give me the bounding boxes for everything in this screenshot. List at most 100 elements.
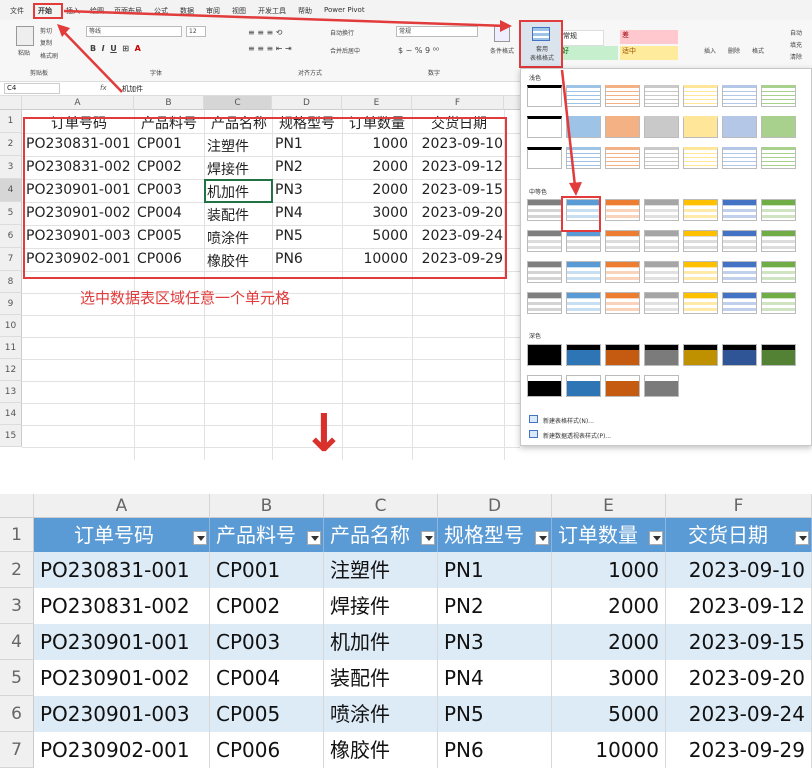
insert-cells-button[interactable]: 插入: [704, 46, 716, 55]
style-good[interactable]: 好: [560, 46, 618, 60]
row-header-15[interactable]: 15: [0, 425, 22, 447]
column-header-g[interactable]: [504, 96, 520, 110]
table-style-swatch[interactable]: [605, 292, 640, 314]
table-style-swatch[interactable]: [644, 375, 679, 397]
table-style-swatch[interactable]: [683, 147, 718, 169]
table-header-quantity[interactable]: 订单数量: [552, 518, 666, 552]
row-header-1[interactable]: 1: [0, 518, 34, 552]
table-style-swatch[interactable]: [761, 230, 796, 252]
bold-icon[interactable]: B I U ⊞ A: [90, 44, 141, 53]
row-header-3[interactable]: 3: [0, 156, 22, 179]
copy-button[interactable]: 复制: [40, 38, 52, 47]
table-style-swatch[interactable]: [644, 147, 679, 169]
column-header-a[interactable]: A: [22, 96, 134, 110]
table-style-swatch[interactable]: [761, 199, 796, 221]
format-as-table-button[interactable]: 套用 表格格式: [519, 20, 563, 68]
table-style-swatch[interactable]: [566, 116, 601, 138]
table-style-swatch[interactable]: [644, 344, 679, 366]
table-style-swatch[interactable]: [566, 292, 601, 314]
row-header-5[interactable]: 5: [0, 660, 34, 696]
table-style-swatch[interactable]: [722, 230, 757, 252]
row-header-8[interactable]: 8: [0, 271, 22, 293]
select-all-corner[interactable]: [0, 96, 22, 110]
table-style-swatch[interactable]: [644, 116, 679, 138]
formula-input[interactable]: 机加件: [122, 84, 143, 94]
table-style-swatch[interactable]: [683, 85, 718, 107]
column-header-c[interactable]: C: [204, 96, 272, 110]
table-cell[interactable]: PO230831-002: [34, 588, 210, 624]
style-bad[interactable]: 差: [620, 30, 678, 44]
table-style-swatch[interactable]: [761, 344, 796, 366]
filter-dropdown-icon[interactable]: [307, 531, 321, 545]
select-all-corner[interactable]: [0, 494, 34, 518]
name-box[interactable]: C4: [4, 83, 60, 94]
clear-button[interactable]: 清除: [790, 52, 802, 61]
table-cell[interactable]: 2023-09-10: [666, 552, 812, 588]
menu-insert[interactable]: 插入: [66, 6, 80, 16]
table-cell[interactable]: PN6: [438, 732, 552, 768]
fill-button[interactable]: 填充: [790, 40, 802, 49]
table-cell[interactable]: 2023-09-15: [666, 624, 812, 660]
table-style-swatch[interactable]: [722, 199, 757, 221]
table-style-swatch[interactable]: [566, 230, 601, 252]
table-cell[interactable]: PN2: [438, 588, 552, 624]
table-style-swatch[interactable]: [527, 261, 562, 283]
table-cell[interactable]: PO230902-001: [34, 732, 210, 768]
table-header-delivery-date[interactable]: 交货日期: [666, 518, 812, 552]
table-cell[interactable]: 装配件: [324, 660, 438, 696]
table-style-swatch[interactable]: [566, 261, 601, 283]
table-cell[interactable]: PO230901-001: [34, 624, 210, 660]
table-cell[interactable]: 2023-09-29: [666, 732, 812, 768]
conditional-format-button[interactable]: 条件格式: [490, 46, 514, 55]
align-icons[interactable]: ≡ ≡ ≡ ⟲: [248, 28, 282, 37]
table-style-swatch[interactable]: [605, 199, 640, 221]
table-cell[interactable]: PO230831-001: [34, 552, 210, 588]
table-style-swatch[interactable]: [527, 147, 562, 169]
paste-icon[interactable]: [16, 26, 34, 46]
table-style-swatch[interactable]: [722, 147, 757, 169]
row-header-3[interactable]: 3: [0, 588, 34, 624]
table-header-product-name[interactable]: 产品名称: [324, 518, 438, 552]
wrap-text-button[interactable]: 自动换行: [330, 28, 354, 37]
table-style-swatch[interactable]: [683, 199, 718, 221]
table-header-order-no[interactable]: 订单号码: [34, 518, 210, 552]
column-header-f[interactable]: F: [412, 96, 504, 110]
table-style-swatch[interactable]: [761, 116, 796, 138]
table-style-swatch[interactable]: [566, 375, 601, 397]
table-style-swatch[interactable]: [605, 375, 640, 397]
style-normal[interactable]: 常规: [560, 30, 604, 46]
table-cell[interactable]: 2023-09-24: [666, 696, 812, 732]
row-header-12[interactable]: 12: [0, 359, 22, 381]
table-style-swatch[interactable]: [761, 85, 796, 107]
align-icons-2[interactable]: ≡ ≡ ≡ ⇤ ⇥: [248, 44, 292, 53]
row-header-10[interactable]: 10: [0, 315, 22, 337]
table-style-swatch[interactable]: [683, 230, 718, 252]
table-cell[interactable]: 1000: [552, 552, 666, 588]
menu-power-pivot[interactable]: Power Pivot: [324, 6, 365, 14]
table-style-swatch[interactable]: [644, 199, 679, 221]
row-header-1[interactable]: 1: [0, 110, 22, 133]
column-header-e[interactable]: E: [342, 96, 412, 110]
table-style-swatch[interactable]: [605, 147, 640, 169]
table-cell[interactable]: CP006: [210, 732, 324, 768]
new-pivot-style-item[interactable]: 新建数据透视表样式(P)...: [543, 431, 611, 440]
table-style-swatch[interactable]: [683, 292, 718, 314]
merge-center-button[interactable]: 合并后居中: [330, 46, 360, 55]
table-style-swatch[interactable]: [644, 230, 679, 252]
currency-icon[interactable]: $ ~ % 9 ⁰⁰: [398, 46, 439, 55]
font-size-select[interactable]: 12: [186, 26, 206, 37]
menu-draw[interactable]: 绘图: [90, 6, 104, 16]
row-header-2[interactable]: 2: [0, 552, 34, 588]
table-style-swatch[interactable]: [605, 116, 640, 138]
column-header-b[interactable]: B: [210, 494, 324, 518]
table-style-swatch[interactable]: [605, 230, 640, 252]
table-style-swatch[interactable]: [527, 375, 562, 397]
row-header-6[interactable]: 6: [0, 696, 34, 732]
format-cells-button[interactable]: 格式: [752, 46, 764, 55]
row-header-6[interactable]: 6: [0, 225, 22, 248]
conditional-format-icon[interactable]: [494, 26, 510, 42]
table-style-swatch[interactable]: [722, 344, 757, 366]
table-cell[interactable]: PN4: [438, 660, 552, 696]
table-style-swatch[interactable]: [605, 85, 640, 107]
table-style-swatch[interactable]: [683, 261, 718, 283]
